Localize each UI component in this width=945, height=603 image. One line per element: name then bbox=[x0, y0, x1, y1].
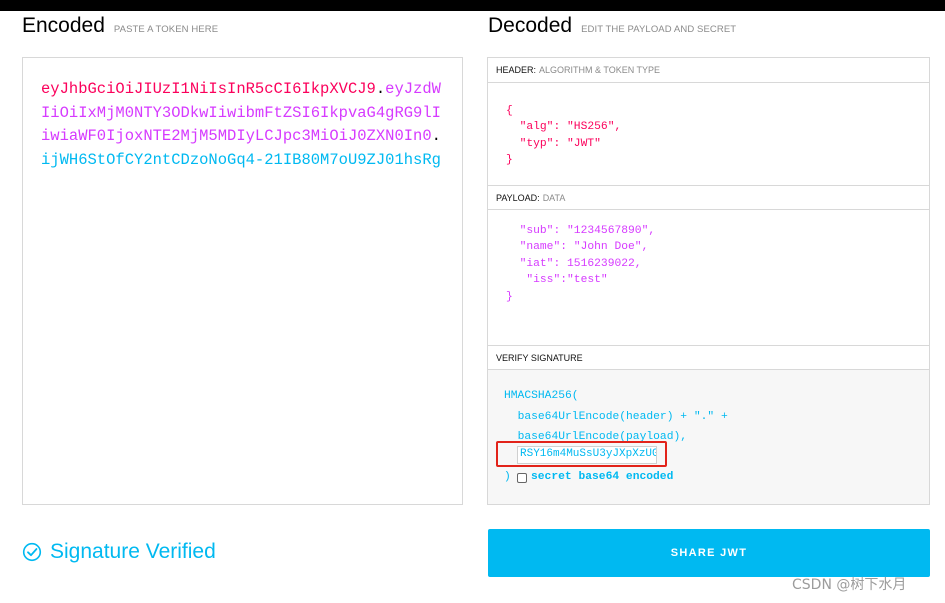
json-line: "name": "John Doe", bbox=[519, 241, 649, 254]
token-separator: . bbox=[431, 127, 441, 146]
json-line: "iss":"test" bbox=[526, 274, 608, 287]
header-title-label: HEADER: bbox=[496, 65, 537, 75]
json-value: "JWT" bbox=[567, 137, 601, 150]
check-circle-icon bbox=[22, 542, 42, 562]
payload-section-title: PAYLOAD: DATA bbox=[488, 185, 929, 210]
verify-code: HMACSHA256( base64UrlEncode(header) + ".… bbox=[504, 386, 728, 448]
verify-signature-area: HMACSHA256( base64UrlEncode(header) + ".… bbox=[488, 370, 929, 504]
json-line: "sub": "1234567890", bbox=[519, 225, 656, 237]
decoded-panel: HEADER: ALGORITHM & TOKEN TYPE { "alg": "… bbox=[487, 57, 930, 505]
secret-input[interactable]: RSY16m4MuSsU3yJXpXzUGi bbox=[517, 446, 657, 464]
top-bar bbox=[0, 0, 945, 11]
share-jwt-button[interactable]: SHARE JWT bbox=[488, 529, 930, 577]
signature-verified-status: Signature Verified bbox=[22, 540, 216, 564]
signature-verified-text: Signature Verified bbox=[50, 540, 216, 563]
json-line: "iat": 1516239022, bbox=[519, 257, 642, 270]
close-paren: ) bbox=[504, 471, 511, 483]
json-key: "alg" bbox=[519, 121, 554, 134]
header-section-title: HEADER: ALGORITHM & TOKEN TYPE bbox=[488, 58, 929, 83]
payload-title-label: PAYLOAD: bbox=[496, 193, 540, 203]
decoded-title: Decoded bbox=[488, 14, 573, 37]
header-json-editor[interactable]: { "alg": "HS256", "typ": "JWT" } bbox=[506, 103, 621, 169]
payload-json-editor[interactable]: "sub": "1234567890", "name": "John Doe",… bbox=[506, 223, 655, 305]
decoded-heading: Decoded EDIT THE PAYLOAD AND SECRET bbox=[488, 14, 736, 38]
header-subtitle-label: ALGORITHM & TOKEN TYPE bbox=[539, 65, 661, 75]
decoded-subtitle: EDIT THE PAYLOAD AND SECRET bbox=[581, 24, 737, 35]
verify-title-label: VERIFY SIGNATURE bbox=[496, 353, 583, 363]
payload-subtitle-label: DATA bbox=[542, 193, 566, 203]
json-value: "HS256", bbox=[567, 121, 622, 134]
brace: { bbox=[506, 105, 513, 117]
json-key: "typ" bbox=[519, 137, 554, 150]
token-separator: . bbox=[375, 80, 386, 98]
encoded-title: Encoded bbox=[22, 14, 105, 37]
encoded-heading: Encoded PASTE A TOKEN HERE bbox=[22, 14, 218, 38]
secret-base64-checkbox[interactable] bbox=[517, 473, 527, 483]
token-header-part: eyJhbGciOiJIUzI1NiIsInR5cCI6IkpXVCJ9 bbox=[41, 80, 376, 98]
watermark: CSDN @树下水月 bbox=[792, 577, 907, 593]
verify-section-title: VERIFY SIGNATURE bbox=[488, 345, 929, 370]
secret-base64-label[interactable]: secret base64 encoded bbox=[531, 471, 673, 483]
verify-line: base64UrlEncode(header) + "." + bbox=[517, 410, 728, 423]
brace: } bbox=[506, 154, 513, 167]
encoded-subtitle: PASTE A TOKEN HERE bbox=[113, 24, 219, 35]
brace: } bbox=[506, 290, 513, 303]
token-signature-part: ijWH6StOfCY2ntCDzoNoGq4-21IB80M7oU9ZJ01h… bbox=[41, 150, 441, 169]
encoded-token-editor[interactable]: eyJhbGciOiJIUzI1NiIsInR5cCI6IkpXVCJ9.eyJ… bbox=[22, 57, 463, 505]
encoded-token-text[interactable]: eyJhbGciOiJIUzI1NiIsInR5cCI6IkpXVCJ9.eyJ… bbox=[41, 78, 441, 172]
verify-line: HMACSHA256( bbox=[504, 390, 579, 402]
